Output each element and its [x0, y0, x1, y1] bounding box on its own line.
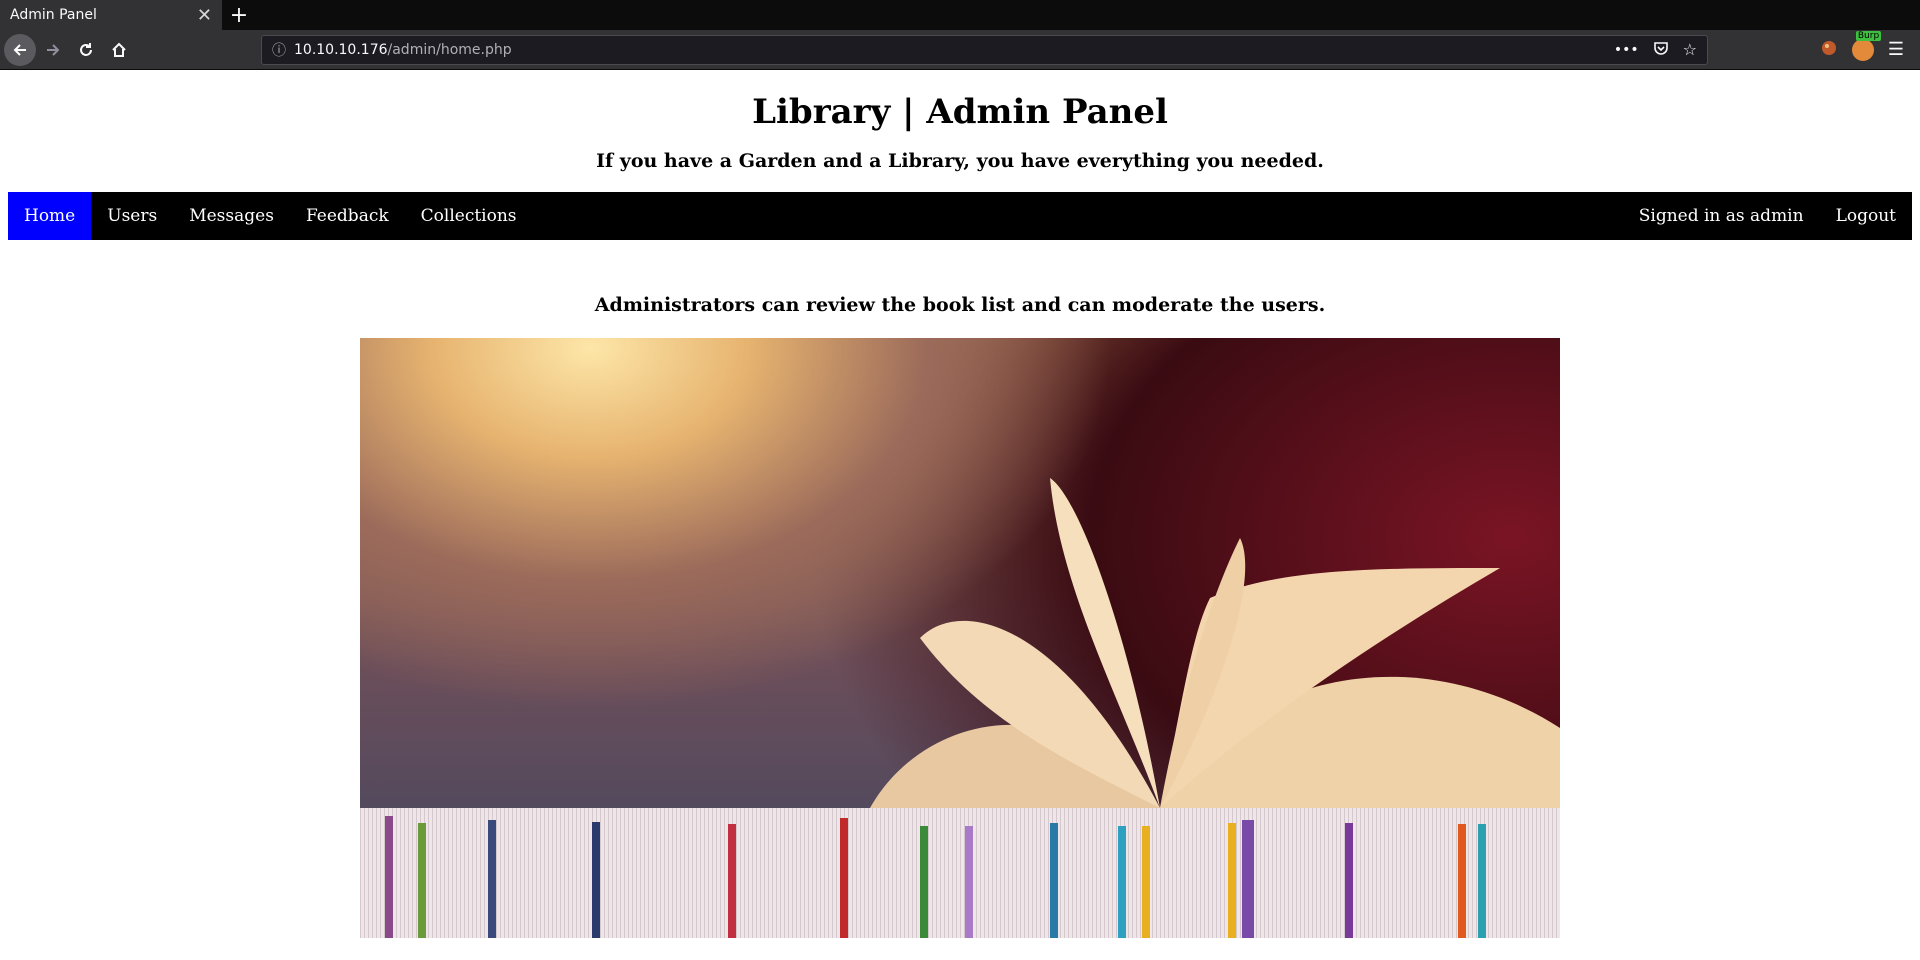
more-icon[interactable]: ••• [1614, 42, 1639, 58]
nav-home[interactable]: Home [8, 192, 92, 240]
url-bar[interactable]: ⓘ 10.10.10.176/admin/home.php ••• ☆ [261, 34, 1708, 65]
url-path: /admin/home.php [387, 41, 512, 58]
forward-icon[interactable] [37, 34, 69, 66]
close-icon[interactable]: ✕ [197, 5, 212, 26]
pocket-icon[interactable] [1653, 40, 1669, 60]
browser-tab[interactable]: Admin Panel ✕ [0, 0, 222, 30]
book-row [360, 808, 1560, 938]
bookmark-star-icon[interactable]: ☆ [1683, 40, 1697, 59]
books-illustration [360, 478, 1560, 938]
page-subtitle: If you have a Garden and a Library, you … [596, 150, 1324, 172]
tab-title: Admin Panel [10, 7, 97, 23]
extension-icon[interactable] [1820, 39, 1838, 61]
nav-collections[interactable]: Collections [405, 192, 533, 240]
nav-users[interactable]: Users [91, 192, 173, 240]
nav-signed-in[interactable]: Signed in as admin [1623, 192, 1820, 240]
browser-toolbar: ⓘ 10.10.10.176/admin/home.php ••• ☆ Burp… [0, 30, 1920, 70]
plus-icon[interactable]: + [222, 0, 256, 30]
nav-messages[interactable]: Messages [173, 192, 290, 240]
back-icon[interactable] [4, 33, 36, 66]
info-icon[interactable]: ⓘ [272, 40, 286, 60]
burp-label: Burp [1855, 30, 1882, 41]
open-book [860, 478, 1560, 838]
page-content: Library | Admin Panel If you have a Gard… [0, 92, 1920, 938]
home-icon[interactable] [103, 34, 135, 66]
browser-tabbar: Admin Panel ✕ + [0, 0, 1920, 30]
top-navigation: Home Users Messages Feedback Collections… [8, 192, 1912, 240]
page-title: Library | Admin Panel [752, 92, 1168, 132]
library-hero-image [360, 338, 1560, 938]
url-host: 10.10.10.176 [294, 41, 388, 58]
reload-icon[interactable] [70, 34, 102, 66]
menu-icon[interactable]: ☰ [1888, 39, 1904, 60]
nav-feedback[interactable]: Feedback [290, 192, 405, 240]
nav-spacer [533, 192, 1623, 240]
page-lead: Administrators can review the book list … [594, 294, 1326, 316]
nav-logout[interactable]: Logout [1820, 192, 1912, 240]
burp-icon[interactable]: Burp [1851, 30, 1882, 61]
